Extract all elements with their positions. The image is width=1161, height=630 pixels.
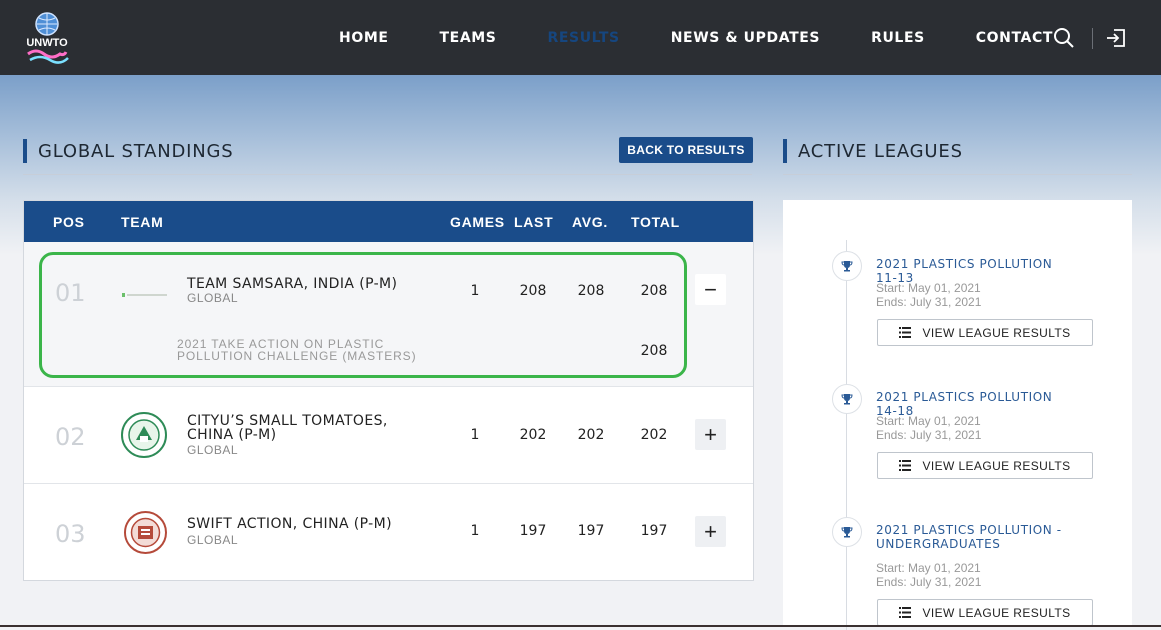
standings-table: POS TEAM GAMES LAST AVG. TOTAL 01 TEAM S…	[23, 200, 754, 581]
table-row[interactable]: 01 TEAM SAMSARA, INDIA (P-M) GLOBAL 1 20…	[24, 242, 753, 387]
team-logo	[124, 511, 167, 554]
team-logo	[121, 412, 167, 458]
league-start: Start: May 01, 2021	[876, 561, 981, 575]
standings-divider	[23, 174, 752, 175]
games-value: 1	[470, 427, 480, 443]
view-league-results-button[interactable]: VIEW LEAGUE RESULTS	[877, 319, 1093, 346]
last-value: 197	[519, 523, 547, 539]
col-games: GAMES	[450, 214, 505, 230]
team-name[interactable]: SWIFT ACTION, CHINA (P-M)	[187, 516, 392, 532]
timeline-line	[846, 240, 847, 630]
team-name[interactable]: TEAM SAMSARA, INDIA (P-M)	[187, 276, 397, 292]
team-scope: GLOBAL	[187, 291, 239, 305]
col-last: LAST	[514, 214, 554, 230]
position-number: 01	[55, 279, 86, 307]
collapse-button[interactable]: −	[695, 274, 726, 305]
expand-button[interactable]: +	[695, 516, 726, 547]
search-icon[interactable]	[1053, 27, 1075, 49]
league-end: Ends: July 31, 2021	[876, 575, 982, 589]
games-value: 1	[470, 523, 480, 539]
league-end: Ends: July 31, 2021	[876, 428, 982, 442]
active-leagues-panel: 2021 PLASTICS POLLUTION 11-13 Start: May…	[783, 200, 1132, 630]
main-menu: HOME TEAMS RESULTS NEWS & UPDATES RULES …	[339, 0, 1104, 75]
league-title[interactable]: 2021 PLASTICS POLLUTION - UNDERGRADUATES	[876, 523, 1076, 551]
list-icon	[899, 460, 912, 471]
team-scope: GLOBAL	[187, 443, 239, 457]
col-total: TOTAL	[631, 214, 680, 230]
list-icon	[899, 327, 912, 338]
trophy-icon	[832, 517, 862, 547]
view-league-results-label: VIEW LEAGUE RESULTS	[922, 458, 1071, 473]
total-value: 202	[640, 427, 668, 443]
league-end: Ends: July 31, 2021	[876, 295, 982, 309]
login-icon[interactable]	[1105, 27, 1127, 49]
position-number: 02	[55, 423, 86, 451]
top-navigation: UNWTO HOME TEAMS RESULTS NEWS & UPDATES …	[0, 0, 1161, 75]
team-name[interactable]: CITYU’S SMALL TOMATOES, CHINA (P-M)	[187, 414, 437, 442]
games-value: 1	[470, 283, 480, 299]
expand-button[interactable]: +	[695, 419, 726, 450]
nav-results[interactable]: RESULTS	[547, 30, 619, 46]
trophy-icon	[832, 384, 862, 414]
league-start: Start: May 01, 2021	[876, 414, 981, 428]
list-icon	[899, 607, 912, 618]
unwto-logo[interactable]: UNWTO	[22, 10, 72, 65]
challenge-total: 208	[640, 343, 668, 359]
leagues-title: ACTIVE LEAGUES	[783, 139, 963, 163]
challenge-name: 2021 TAKE ACTION ON PLASTIC POLLUTION CH…	[177, 337, 417, 363]
trophy-icon	[832, 251, 862, 281]
nav-home[interactable]: HOME	[339, 30, 389, 46]
avg-value: 208	[577, 283, 605, 299]
avg-value: 197	[577, 523, 605, 539]
nav-contact[interactable]: CONTACT	[976, 30, 1053, 46]
nav-divider	[1092, 28, 1093, 49]
team-logo	[122, 285, 168, 297]
total-value: 197	[640, 523, 668, 539]
avg-value: 202	[577, 427, 605, 443]
leagues-divider	[783, 174, 1132, 175]
total-value: 208	[640, 283, 668, 299]
logo-text: UNWTO	[26, 37, 68, 49]
nav-rules[interactable]: RULES	[871, 30, 925, 46]
col-pos: POS	[53, 214, 85, 230]
nav-teams[interactable]: TEAMS	[440, 30, 497, 46]
view-league-results-label: VIEW LEAGUE RESULTS	[922, 325, 1071, 340]
nav-news-updates[interactable]: NEWS & UPDATES	[671, 30, 820, 46]
last-value: 208	[519, 283, 547, 299]
league-start: Start: May 01, 2021	[876, 281, 981, 295]
team-scope: GLOBAL	[187, 533, 239, 547]
col-avg: AVG.	[572, 214, 608, 230]
table-row[interactable]: 03 SWIFT ACTION, CHINA (P-M) GLOBAL 1 19…	[24, 483, 753, 579]
position-number: 03	[55, 520, 86, 548]
view-league-results-label: VIEW LEAGUE RESULTS	[922, 605, 1071, 620]
table-header: POS TEAM GAMES LAST AVG. TOTAL	[24, 201, 753, 242]
back-to-results-button[interactable]: BACK TO RESULTS	[619, 137, 753, 163]
view-league-results-button[interactable]: VIEW LEAGUE RESULTS	[877, 599, 1093, 626]
standings-title: GLOBAL STANDINGS	[23, 139, 234, 163]
view-league-results-button[interactable]: VIEW LEAGUE RESULTS	[877, 452, 1093, 479]
last-value: 202	[519, 427, 547, 443]
col-team: TEAM	[121, 214, 164, 230]
table-row[interactable]: 02 CITYU’S SMALL TOMATOES, CHINA (P-M) G…	[24, 386, 753, 484]
